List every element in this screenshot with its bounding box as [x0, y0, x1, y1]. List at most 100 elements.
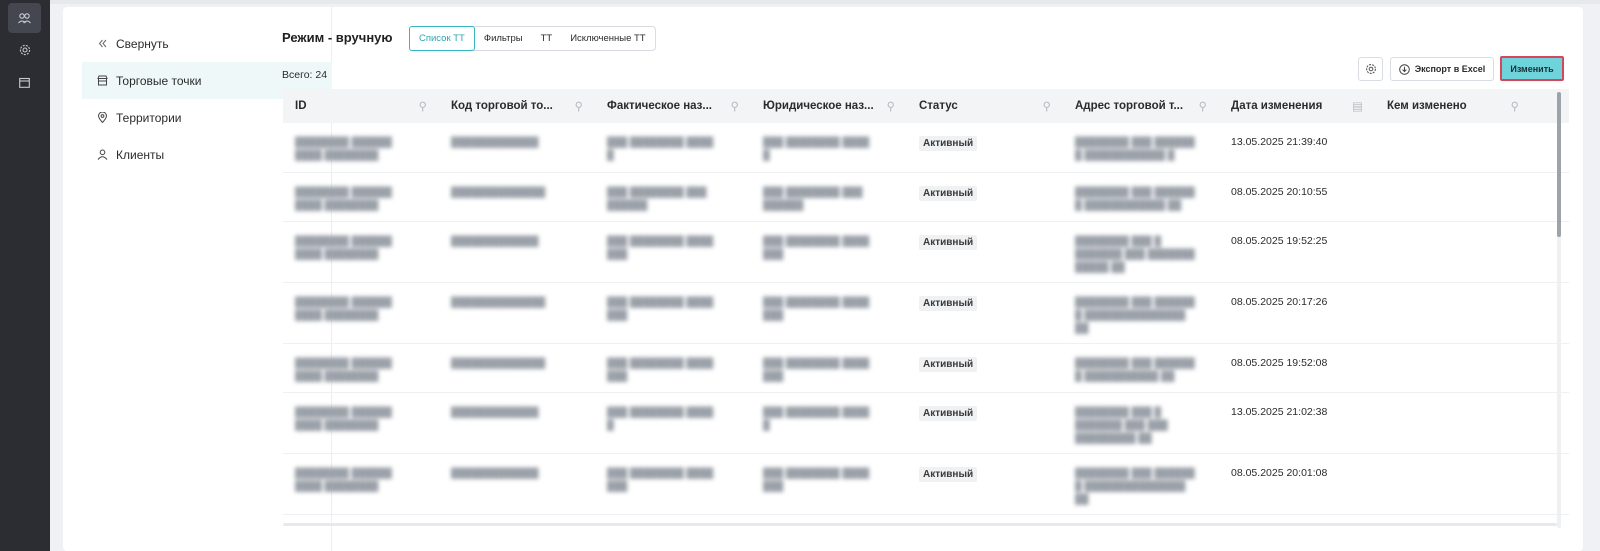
- blurred-cell: ████████ ██████ ████ ████████: [295, 187, 392, 211]
- gear-icon: [1365, 64, 1376, 74]
- blurred-cell: ███ ████████ ████ ███: [607, 468, 714, 492]
- blurred-cell: ██████████████: [451, 187, 546, 198]
- blurred-cell: ██████████████: [451, 297, 546, 308]
- table-row[interactable]: ████████ ██████ ████ ████████ ███████████…: [283, 454, 1569, 515]
- blurred-cell: ███ ████████ ████ █: [763, 137, 870, 161]
- sidebar-collapse-label: Свернуть: [116, 36, 169, 51]
- column-header-actual-name[interactable]: Фактическое наз... ⚲: [595, 89, 751, 123]
- changed-by-cell: [1375, 222, 1531, 282]
- status-badge: Активный: [919, 406, 978, 421]
- date-cell: 13.05.2025 21:39:40: [1231, 136, 1328, 148]
- blurred-cell: █████████████: [451, 468, 539, 479]
- column-header-id[interactable]: ID ⚲: [283, 89, 439, 123]
- status-badge: Активный: [919, 235, 978, 250]
- mode-title: Режим - вручную: [282, 30, 393, 45]
- column-header-address[interactable]: Адрес торговой т... ⚲: [1063, 89, 1219, 123]
- search-icon[interactable]: ⚲: [731, 99, 739, 113]
- blurred-cell: ████████ ███ ██████ █ ███████████ ██: [1075, 358, 1195, 382]
- blurred-cell: ███ ████████ ████ █: [763, 407, 870, 431]
- blurred-cell: ███ ████████ ████ ███: [607, 358, 714, 382]
- blurred-cell: ████████ ██████ ████ ████████: [295, 407, 392, 431]
- search-icon[interactable]: ⚲: [1043, 99, 1051, 113]
- column-header-code[interactable]: Код торговой то... ⚲: [439, 89, 595, 123]
- blurred-cell: ████████ ███ ██████ █ ███████████████ ██: [1075, 297, 1195, 334]
- search-icon[interactable]: ⚲: [887, 99, 895, 113]
- sidebar-item-label: Клиенты: [116, 147, 165, 162]
- blurred-cell: ███ ████████ ████ █: [607, 137, 714, 161]
- blurred-cell: ████████ ███ ████████ ███ ████████████ █…: [1075, 407, 1168, 444]
- status-badge: Активный: [919, 357, 978, 372]
- blurred-cell: █████████████: [451, 407, 539, 418]
- gear-icon: [19, 44, 30, 56]
- blurred-cell: ████████ ███ ██████ █ ████████████ ██: [1075, 187, 1195, 211]
- table-settings-button[interactable]: [1358, 57, 1383, 81]
- double-chevron-left-icon: [96, 38, 108, 50]
- app-rail: [0, 0, 50, 551]
- blurred-cell: ███ ████████ ████ ███: [607, 236, 714, 260]
- changed-by-cell: [1375, 173, 1531, 221]
- table-row[interactable]: ████████ ██████ ████ ████████ ███████████…: [283, 222, 1569, 283]
- date-cell: 08.05.2025 19:52:25: [1231, 235, 1328, 247]
- tab-excluded[interactable]: Исключенные ТТ: [561, 27, 654, 50]
- column-header-status[interactable]: Статус ⚲: [907, 89, 1063, 123]
- blurred-cell: ████████ ██████ ████ ████████: [295, 236, 392, 260]
- blurred-cell: ████████ ███ ██████ █ ████████████ █: [1075, 137, 1195, 161]
- rail-users-icon[interactable]: [8, 3, 41, 33]
- status-badge: Активный: [919, 467, 978, 482]
- table-row[interactable]: ████████ ██████ ████ ████████ ███████████…: [283, 173, 1569, 222]
- vertical-scrollbar[interactable]: [1557, 92, 1561, 528]
- search-icon[interactable]: ⚲: [575, 99, 583, 113]
- vertical-scrollbar-thumb[interactable]: [1557, 92, 1561, 237]
- column-header-changed-by[interactable]: Кем изменено ⚲: [1375, 89, 1531, 123]
- blurred-cell: ████████ ███ ██████ █ ███████████████ ██: [1075, 468, 1195, 505]
- date-cell: 08.05.2025 19:52:08: [1231, 357, 1328, 369]
- tab-store-list[interactable]: Список ТТ: [409, 26, 475, 51]
- changed-by-cell: [1375, 283, 1531, 343]
- table-row[interactable]: ████████ ██████ ████ ████████ ███████████…: [283, 283, 1569, 344]
- blurred-cell: ████████ ██████ ████ ████████: [295, 468, 392, 492]
- search-icon[interactable]: ⚲: [1511, 99, 1519, 113]
- calendar-icon[interactable]: ▤: [1352, 99, 1363, 113]
- store-icon: [96, 75, 108, 87]
- calendar-icon: [19, 77, 30, 88]
- user-icon: [96, 149, 108, 161]
- horizontal-scrollbar[interactable]: [283, 523, 1557, 526]
- blurred-cell: ███ ████████ ████ ███: [763, 358, 870, 382]
- sidebar-item-label: Территории: [116, 110, 182, 125]
- blurred-cell: ███ ████████ ███ ██████: [607, 187, 707, 211]
- blurred-cell: ██████████████: [451, 358, 546, 369]
- changed-by-cell: [1375, 344, 1531, 392]
- blurred-cell: ███ ████████ ███ ██████: [763, 187, 863, 211]
- rail-calendar-icon[interactable]: [8, 67, 41, 97]
- blurred-cell: ███ ████████ ████ ███: [763, 297, 870, 321]
- blurred-cell: ████████ ██████ ████ ████████: [295, 358, 392, 382]
- column-header-date[interactable]: Дата изменения ▤: [1219, 89, 1375, 123]
- search-icon[interactable]: ⚲: [1199, 99, 1207, 113]
- date-cell: 08.05.2025 20:10:55: [1231, 186, 1328, 198]
- blurred-cell: ████████ ██████ ████ ████████: [295, 297, 392, 321]
- change-button[interactable]: Изменить: [1500, 56, 1564, 81]
- tab-filters[interactable]: Фильтры: [475, 27, 532, 50]
- column-header-legal-name[interactable]: Юридическое наз... ⚲: [751, 89, 907, 123]
- table-row[interactable]: ████████ ██████ ████ ████████ ███████████…: [283, 123, 1569, 173]
- table-row[interactable]: ████████ ██████ ████ ████████ ███████████…: [283, 344, 1569, 393]
- tab-group: Список ТТ Фильтры ТТ Исключенные ТТ: [409, 26, 656, 51]
- status-badge: Активный: [919, 296, 978, 311]
- search-icon[interactable]: ⚲: [419, 99, 427, 113]
- blurred-cell: ███ ████████ ████ ███: [763, 468, 870, 492]
- sidebar-item-label: Торговые точки: [116, 73, 202, 88]
- date-cell: 08.05.2025 20:01:08: [1231, 467, 1328, 479]
- rail-gear-icon[interactable]: [8, 35, 41, 65]
- table-header: ID ⚲ Код торговой то... ⚲ Фактическое наз.…: [283, 89, 1569, 123]
- changed-by-cell: [1375, 123, 1531, 172]
- blurred-cell: ████████ ██████ ████ ████████: [295, 137, 392, 161]
- main-card: Свернуть Торговые точки Территории Клиен…: [63, 7, 1583, 551]
- changed-by-cell: [1375, 454, 1531, 514]
- location-pin-icon: [96, 112, 108, 124]
- total-count: Всего: 24: [282, 69, 328, 81]
- export-excel-button[interactable]: Экспорт в Excel: [1390, 57, 1494, 81]
- date-cell: 13.05.2025 21:02:38: [1231, 406, 1328, 418]
- tab-tt[interactable]: ТТ: [532, 27, 562, 50]
- top-strip: [50, 0, 1600, 4]
- table-row[interactable]: ████████ ██████ ████ ████████ ███████████…: [283, 393, 1569, 454]
